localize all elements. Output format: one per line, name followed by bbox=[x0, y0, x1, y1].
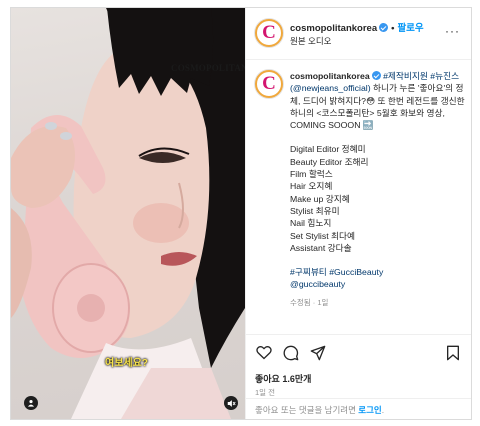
credit-line: Assistant 강다솔 bbox=[290, 242, 352, 253]
mention-link[interactable]: (@newjeans_official) bbox=[290, 83, 371, 93]
login-link[interactable]: 로그인 bbox=[358, 405, 381, 415]
comment-prompt-suffix: . bbox=[381, 405, 385, 415]
cosmopolitan-logo: C bbox=[262, 73, 276, 94]
cosmopolitan-logo: C bbox=[262, 22, 276, 43]
post-time[interactable]: 1일 전 bbox=[255, 387, 275, 398]
avatar[interactable]: C bbox=[255, 19, 283, 47]
post-caption: C cosmopolitankorea #제작비지원 #뉴진스 (@newjean… bbox=[246, 61, 471, 331]
comment-icon[interactable] bbox=[283, 345, 299, 361]
instagram-post: COSMOPOLITAN 여보세요? C cosmopolitankorea • 팔… bbox=[10, 7, 472, 420]
comment-login-prompt: 좋아요 또는 댓글을 남기려면 로그인. bbox=[246, 398, 471, 419]
video-subtitle: 여보세요? bbox=[105, 358, 148, 369]
comment-prompt-text: 좋아요 또는 댓글을 남기려면 bbox=[255, 405, 359, 415]
hashtag-link[interactable]: #구찌뷰티 #GucciBeauty bbox=[290, 266, 466, 278]
verified-badge-icon bbox=[371, 71, 381, 80]
credit-line: Make up 강지혜 bbox=[290, 193, 350, 204]
credit-line: Hair 오지혜 bbox=[290, 181, 333, 192]
hashtag-link[interactable]: #제작비지원 bbox=[383, 71, 428, 81]
credit-line: Film 할럭스 bbox=[290, 169, 333, 180]
like-count[interactable]: 좋아요 1.6만개 bbox=[255, 372, 311, 385]
verified-badge-icon bbox=[379, 23, 389, 32]
credit-line: Nail 힘노지 bbox=[290, 218, 332, 229]
caption-username[interactable]: cosmopolitankorea bbox=[290, 71, 370, 81]
post-header: C cosmopolitankorea • 팔로우 원본 오디오 ··· bbox=[246, 8, 471, 60]
credit-line: Stylist 최유미 bbox=[290, 205, 340, 216]
action-bar bbox=[246, 334, 471, 370]
header-username-row: cosmopolitankorea • 팔로우 bbox=[290, 20, 424, 34]
post-sidebar: C cosmopolitankorea • 팔로우 원본 오디오 ··· C cos… bbox=[245, 8, 471, 419]
bookmark-icon[interactable] bbox=[446, 345, 460, 361]
credit-line: Beauty Editor 조해리 bbox=[290, 156, 369, 167]
caption-meta: 수정됨 · 1일 bbox=[290, 297, 329, 307]
credit-line: Set Stylist 최다예 bbox=[290, 230, 356, 241]
header-username[interactable]: cosmopolitankorea bbox=[290, 23, 377, 34]
mention-link[interactable]: @guccibeauty bbox=[290, 278, 466, 290]
caption-avatar[interactable]: C bbox=[255, 70, 283, 98]
follow-button[interactable]: 팔로우 bbox=[397, 23, 423, 34]
audio-label[interactable]: 원본 오디오 bbox=[290, 35, 331, 47]
person-tag-icon[interactable] bbox=[24, 396, 38, 410]
separator-dot: • bbox=[391, 23, 395, 34]
caption-text: cosmopolitankorea #제작비지원 #뉴진스 (@newjeans_… bbox=[290, 70, 466, 309]
heart-icon[interactable] bbox=[256, 345, 272, 360]
post-video[interactable]: COSMOPOLITAN 여보세요? bbox=[11, 8, 245, 419]
magazine-watermark: COSMOPOLITAN bbox=[171, 63, 245, 73]
speaker-muted-icon[interactable] bbox=[224, 396, 238, 410]
more-options-icon[interactable]: ··· bbox=[445, 24, 460, 38]
credit-line: Digital Editor 정혜미 bbox=[290, 144, 366, 155]
soon-emoji: 🔜 bbox=[362, 120, 374, 131]
hashtag-link[interactable]: #뉴진스 bbox=[430, 71, 459, 81]
send-icon[interactable] bbox=[310, 345, 326, 361]
